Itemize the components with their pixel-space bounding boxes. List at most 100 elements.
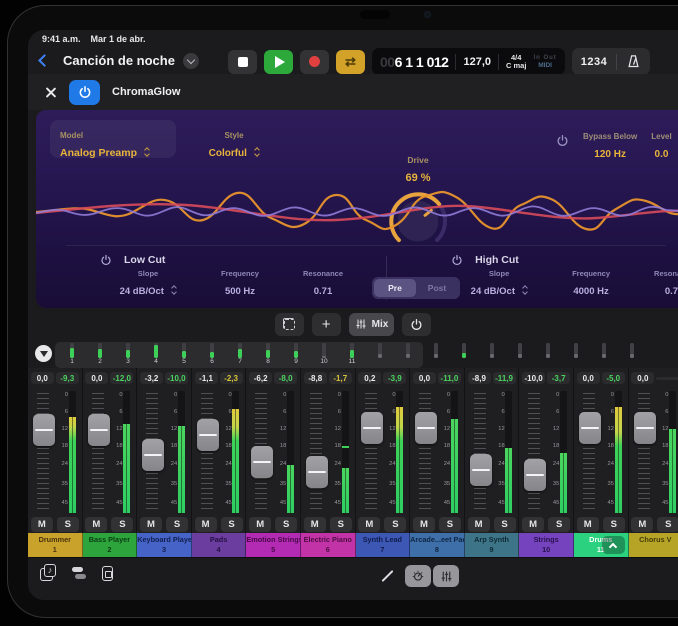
track-label[interactable]: Keyboard Player3	[137, 533, 192, 557]
overview-meter[interactable]	[450, 343, 478, 366]
level-readout[interactable]: -11,9	[493, 372, 516, 384]
overview-meter[interactable]: 8	[254, 343, 282, 366]
track-label[interactable]: Emotion Strings5	[246, 533, 301, 557]
fader-handle[interactable]	[197, 419, 219, 451]
fader-handle[interactable]	[33, 414, 55, 446]
overview-meter[interactable]	[478, 343, 506, 366]
level-readout[interactable]: -12,0	[110, 372, 133, 384]
bypass-power-icon[interactable]	[556, 134, 569, 147]
overview-meter[interactable]: 2	[86, 343, 114, 366]
overview-meter[interactable]: 11	[338, 343, 366, 366]
low-cut-resonance[interactable]: Resonance 0.71	[284, 269, 362, 299]
solo-button[interactable]: S	[384, 517, 406, 532]
solo-button[interactable]: S	[166, 517, 188, 532]
overview-meter[interactable]: 5	[170, 343, 198, 366]
volume-readout[interactable]: 0,2	[358, 372, 381, 384]
solo-button[interactable]: S	[111, 517, 133, 532]
high-cut-frequency[interactable]: Frequency 4000 Hz	[547, 269, 635, 299]
fader-handle[interactable]	[524, 459, 546, 491]
level-readout[interactable]: -11,0	[438, 372, 461, 384]
high-cut-power-icon[interactable]	[451, 254, 463, 266]
mute-button[interactable]: M	[358, 517, 380, 532]
fader-handle[interactable]	[306, 456, 328, 488]
volume-readout[interactable]: 0,0	[31, 372, 54, 384]
solo-button[interactable]: S	[494, 517, 516, 532]
mute-button[interactable]: M	[577, 517, 599, 532]
fader-handle[interactable]	[142, 439, 164, 471]
mix-view-button[interactable]: Mix	[349, 313, 395, 336]
mute-button[interactable]: M	[85, 517, 107, 532]
solo-button[interactable]: S	[221, 517, 243, 532]
overview-meter[interactable]: 3	[114, 343, 142, 366]
overview-meter[interactable]	[366, 343, 394, 366]
solo-button[interactable]: S	[548, 517, 570, 532]
level-readout[interactable]: -3,7	[547, 372, 570, 384]
mute-button[interactable]: M	[413, 517, 435, 532]
overview-meter[interactable]	[618, 343, 646, 366]
low-cut-slope[interactable]: Slope 24 dB/Oct	[100, 269, 196, 299]
track-label[interactable]: Strings10	[519, 533, 574, 557]
style-selector[interactable]: Style Colorful	[184, 120, 284, 158]
track-label[interactable]: Pads4	[192, 533, 247, 557]
solo-button[interactable]: S	[439, 517, 461, 532]
mute-button[interactable]: M	[631, 517, 653, 532]
stop-button[interactable]	[228, 50, 257, 74]
overview-meter[interactable]: 9	[282, 343, 310, 366]
song-menu-button[interactable]	[183, 53, 199, 69]
overview-meter[interactable]	[590, 343, 618, 366]
overview-meter[interactable]: 10	[310, 343, 338, 366]
pencil-icon[interactable]	[381, 570, 393, 582]
volume-readout[interactable]: -10,0	[522, 372, 545, 384]
volume-readout[interactable]: 0,0	[413, 372, 436, 384]
overview-meter[interactable]: 6	[198, 343, 226, 366]
level-readout[interactable]: -3,9	[383, 372, 406, 384]
level-readout[interactable]: -1,7	[329, 372, 352, 384]
play-button[interactable]	[264, 50, 293, 74]
cycle-button[interactable]: ⇄	[336, 50, 365, 74]
low-cut-power-icon[interactable]	[100, 254, 112, 266]
level-readout[interactable]: -2,3	[220, 372, 243, 384]
track-label[interactable]: Drums11	[574, 533, 629, 557]
duplicate-button[interactable]	[275, 313, 304, 336]
count-in-button[interactable]: 1234	[581, 56, 607, 68]
mute-button[interactable]: M	[304, 517, 326, 532]
low-cut-frequency[interactable]: Frequency 500 Hz	[196, 269, 284, 299]
fader-handle[interactable]	[634, 412, 656, 444]
loop-browser-icon[interactable]	[40, 566, 55, 581]
volume-readout[interactable]: -3,2	[140, 372, 163, 384]
mixer-power-button[interactable]	[402, 313, 431, 336]
volume-readout[interactable]: 0,0	[577, 372, 600, 384]
mixer-view-button[interactable]	[433, 565, 459, 587]
overview-meter[interactable]: 1	[58, 343, 86, 366]
volume-readout[interactable]: -8,9	[468, 372, 491, 384]
fader-handle[interactable]	[361, 412, 383, 444]
mute-button[interactable]: M	[249, 517, 271, 532]
overview-meter[interactable]	[562, 343, 590, 366]
fader-view-icon[interactable]	[102, 566, 113, 581]
solo-button[interactable]: S	[275, 517, 297, 532]
volume-readout[interactable]: -6,2	[249, 372, 272, 384]
metronome-icon[interactable]	[626, 54, 641, 69]
overview-meter[interactable]	[506, 343, 534, 366]
high-cut-slope[interactable]: Slope 24 dB/Oct	[451, 269, 547, 299]
overview-meter[interactable]	[422, 343, 450, 366]
mute-button[interactable]: M	[468, 517, 490, 532]
lcd-display[interactable]: 006 1 1 012 127,0 4/4 C maj In Out MIDI	[372, 48, 565, 75]
overview-meter[interactable]	[534, 343, 562, 366]
mute-button[interactable]: M	[195, 517, 217, 532]
fader-handle[interactable]	[415, 412, 437, 444]
solo-button[interactable]: S	[330, 517, 352, 532]
volume-readout[interactable]: -8,8	[304, 372, 327, 384]
track-label[interactable]: Arcade...eet Pad8	[410, 533, 465, 557]
overview-meter[interactable]	[394, 343, 422, 366]
mute-button[interactable]: M	[31, 517, 53, 532]
model-selector[interactable]: Model Analog Preamp	[50, 120, 176, 158]
fader-handle[interactable]	[579, 412, 601, 444]
bypass-below-control[interactable]: Bypass Below 120 Hz	[583, 126, 637, 162]
track-label[interactable]: Bass Player2	[83, 533, 138, 557]
track-label[interactable]: Arp Synth9	[465, 533, 520, 557]
track-label[interactable]: Synth Lead7	[356, 533, 411, 557]
record-button[interactable]	[300, 50, 329, 74]
back-chevron-icon[interactable]	[38, 54, 51, 67]
level-control[interactable]: Level 0.0	[651, 126, 671, 162]
